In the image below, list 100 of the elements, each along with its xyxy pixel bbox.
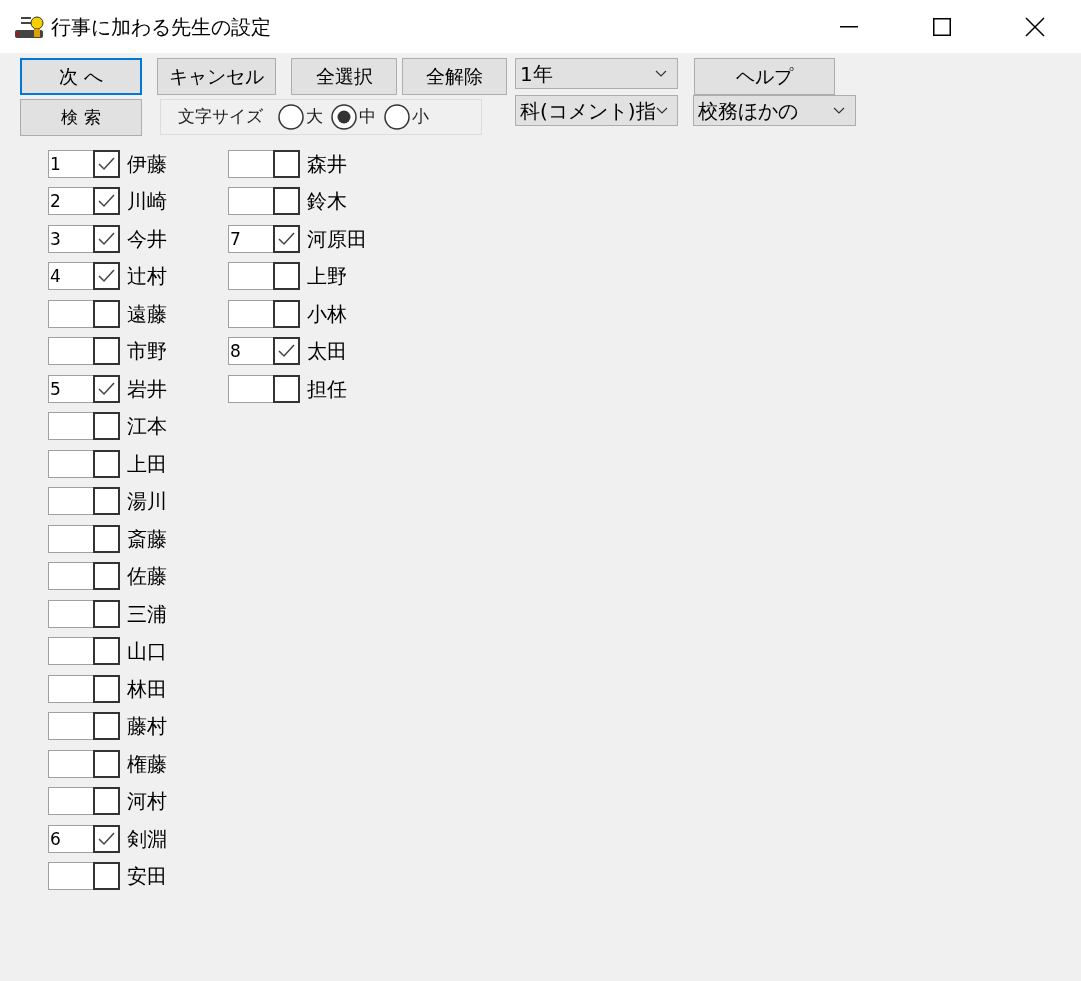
- checkbox[interactable]: [93, 337, 120, 366]
- order-field[interactable]: 5: [48, 374, 93, 403]
- order-field[interactable]: [48, 337, 93, 366]
- checkbox[interactable]: [93, 262, 120, 291]
- order-field[interactable]: 1: [48, 149, 93, 178]
- checkbox[interactable]: [273, 299, 300, 328]
- checkbox[interactable]: [93, 224, 120, 253]
- order-field[interactable]: [228, 262, 273, 291]
- order-field[interactable]: 3: [48, 224, 93, 253]
- checkbox[interactable]: [93, 712, 120, 741]
- radio-button[interactable]: [331, 104, 357, 130]
- order-field[interactable]: [48, 412, 93, 441]
- minimize-icon: [839, 25, 858, 28]
- checkbox[interactable]: [93, 187, 120, 216]
- order-field[interactable]: [48, 487, 93, 516]
- teacher-name: 岩井: [127, 375, 167, 403]
- order-field[interactable]: [228, 187, 273, 216]
- toolbar-button[interactable]: キャンセル: [157, 58, 276, 95]
- order-field[interactable]: [48, 862, 93, 891]
- teacher-name: 山口: [127, 638, 167, 666]
- group-label: 文字サイズ: [178, 105, 263, 129]
- checkbox[interactable]: [273, 337, 300, 366]
- order-field[interactable]: [48, 562, 93, 591]
- teacher-name: 小林: [307, 300, 347, 328]
- radio-button[interactable]: [384, 104, 410, 130]
- radio-button[interactable]: [278, 104, 304, 130]
- checkbox[interactable]: [93, 749, 120, 778]
- checkbox[interactable]: [93, 787, 120, 816]
- chevron-icon: [833, 107, 845, 114]
- teacher-name: 鈴木: [307, 188, 347, 216]
- teacher-name: 剣淵: [127, 825, 167, 853]
- order-field[interactable]: [48, 712, 93, 741]
- teacher-name: 江本: [127, 413, 167, 441]
- order-field[interactable]: [48, 787, 93, 816]
- radio-option[interactable]: 大: [278, 104, 323, 130]
- order-field[interactable]: [228, 149, 273, 178]
- checkbox[interactable]: [273, 262, 300, 291]
- teacher-name: 三浦: [127, 600, 167, 628]
- checkbox[interactable]: [93, 562, 120, 591]
- checkbox[interactable]: [93, 449, 120, 478]
- chevron-icon: [655, 70, 667, 77]
- order-field[interactable]: [48, 299, 93, 328]
- checkbox[interactable]: [93, 674, 120, 703]
- checkbox[interactable]: [93, 862, 120, 891]
- checkbox[interactable]: [273, 187, 300, 216]
- checkbox[interactable]: [93, 637, 120, 666]
- checkbox[interactable]: [273, 224, 300, 253]
- checkbox[interactable]: [93, 374, 120, 403]
- dropdown[interactable]: 科(コメント)指: [515, 95, 678, 126]
- order-field[interactable]: [48, 599, 93, 628]
- teacher-name: 斎藤: [127, 525, 167, 553]
- checkbox[interactable]: [93, 824, 120, 853]
- checkbox[interactable]: [273, 374, 300, 403]
- teacher-name: 今井: [127, 225, 167, 253]
- teacher-name: 河原田: [307, 225, 367, 253]
- teacher-name: 市野: [127, 338, 167, 366]
- order-field[interactable]: 8: [228, 337, 273, 366]
- order-field[interactable]: 4: [48, 262, 93, 291]
- toolbar-button[interactable]: 次 へ: [20, 58, 142, 95]
- checkbox[interactable]: [273, 149, 300, 178]
- checkbox[interactable]: [93, 599, 120, 628]
- teacher-name: 遠藤: [127, 300, 167, 328]
- radio-option[interactable]: 中: [331, 104, 376, 130]
- teacher-name: 佐藤: [127, 563, 167, 591]
- checkbox[interactable]: [93, 412, 120, 441]
- teacher-name: 林田: [127, 675, 167, 703]
- teacher-name: 権藤: [127, 750, 167, 778]
- teacher-name: 森井: [307, 150, 347, 178]
- order-field[interactable]: [48, 674, 93, 703]
- window-title: 行事に加わる先生の設定: [51, 13, 271, 41]
- order-field[interactable]: [48, 524, 93, 553]
- teacher-name: 上田: [127, 450, 167, 478]
- order-field[interactable]: 7: [228, 224, 273, 253]
- teacher-name: 伊藤: [127, 150, 167, 178]
- toolbar-button[interactable]: ヘルプ: [694, 58, 835, 95]
- order-field[interactable]: 2: [48, 187, 93, 216]
- checkbox[interactable]: [93, 299, 120, 328]
- toolbar-button[interactable]: 検 索: [20, 99, 142, 136]
- toolbar-button[interactable]: 全解除: [402, 58, 507, 95]
- order-field[interactable]: [228, 299, 273, 328]
- order-field[interactable]: [228, 374, 273, 403]
- chevron-icon: [655, 107, 668, 114]
- maximize-icon: [932, 17, 951, 36]
- teacher-name: 太田: [307, 338, 347, 366]
- teacher-name: 辻村: [127, 263, 167, 291]
- checkbox[interactable]: [93, 524, 120, 553]
- radio-option[interactable]: 小: [384, 104, 429, 130]
- order-field[interactable]: 6: [48, 824, 93, 853]
- order-field[interactable]: [48, 637, 93, 666]
- dropdown[interactable]: 校務ほかの: [693, 95, 856, 126]
- dropdown[interactable]: 1年: [515, 58, 678, 89]
- order-field[interactable]: [48, 449, 93, 478]
- toolbar-button[interactable]: 全選択: [291, 58, 397, 95]
- teacher-name: 藤村: [127, 713, 167, 741]
- checkbox[interactable]: [93, 487, 120, 516]
- teacher-name: 河村: [127, 788, 167, 816]
- teacher-name: 上野: [307, 263, 347, 291]
- checkbox[interactable]: [93, 149, 120, 178]
- teacher-name: 担任: [307, 375, 347, 403]
- order-field[interactable]: [48, 749, 93, 778]
